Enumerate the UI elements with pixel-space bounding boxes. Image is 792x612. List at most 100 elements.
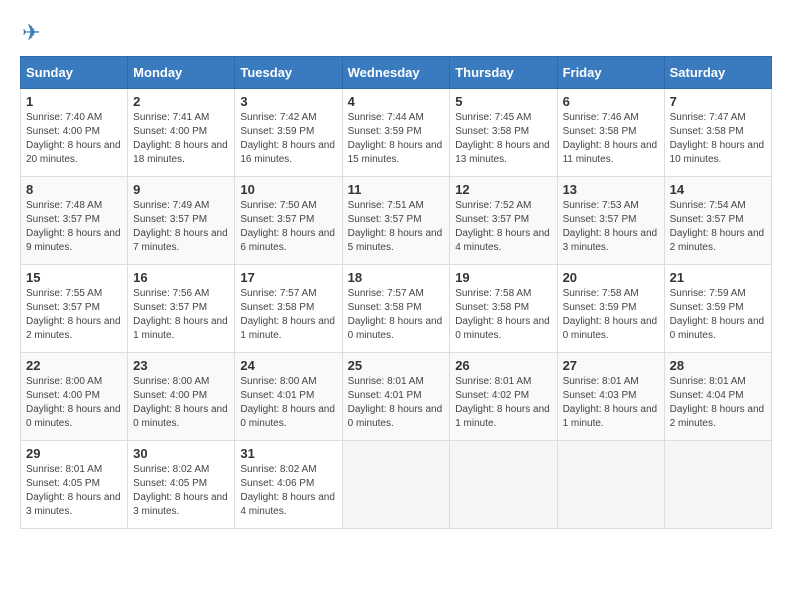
day-number: 19 [455, 270, 551, 285]
day-number: 26 [455, 358, 551, 373]
calendar-cell: 19 Sunrise: 7:58 AMSunset: 3:58 PMDaylig… [450, 265, 557, 353]
week-row-1: 1 Sunrise: 7:40 AMSunset: 4:00 PMDayligh… [21, 89, 772, 177]
calendar-cell: 17 Sunrise: 7:57 AMSunset: 3:58 PMDaylig… [235, 265, 342, 353]
day-number: 25 [348, 358, 445, 373]
calendar-cell: 14 Sunrise: 7:54 AMSunset: 3:57 PMDaylig… [664, 177, 771, 265]
day-info: Sunrise: 7:55 AMSunset: 3:57 PMDaylight:… [26, 288, 121, 341]
day-info: Sunrise: 7:58 AMSunset: 3:58 PMDaylight:… [455, 288, 550, 341]
calendar-cell: 4 Sunrise: 7:44 AMSunset: 3:59 PMDayligh… [342, 89, 450, 177]
calendar-cell: 26 Sunrise: 8:01 AMSunset: 4:02 PMDaylig… [450, 353, 557, 441]
weekday-wednesday: Wednesday [342, 57, 450, 89]
day-number: 14 [670, 182, 766, 197]
calendar-cell: 20 Sunrise: 7:58 AMSunset: 3:59 PMDaylig… [557, 265, 664, 353]
calendar-table: SundayMondayTuesdayWednesdayThursdayFrid… [20, 56, 772, 529]
weekday-saturday: Saturday [664, 57, 771, 89]
calendar-cell: 11 Sunrise: 7:51 AMSunset: 3:57 PMDaylig… [342, 177, 450, 265]
weekday-header-row: SundayMondayTuesdayWednesdayThursdayFrid… [21, 57, 772, 89]
day-number: 7 [670, 94, 766, 109]
day-number: 8 [26, 182, 122, 197]
calendar-cell [450, 441, 557, 529]
calendar-cell: 8 Sunrise: 7:48 AMSunset: 3:57 PMDayligh… [21, 177, 128, 265]
calendar-cell: 1 Sunrise: 7:40 AMSunset: 4:00 PMDayligh… [21, 89, 128, 177]
day-number: 31 [240, 446, 336, 461]
day-number: 17 [240, 270, 336, 285]
day-info: Sunrise: 8:00 AMSunset: 4:00 PMDaylight:… [26, 376, 121, 429]
day-info: Sunrise: 7:52 AMSunset: 3:57 PMDaylight:… [455, 200, 550, 253]
day-number: 16 [133, 270, 229, 285]
day-info: Sunrise: 7:57 AMSunset: 3:58 PMDaylight:… [240, 288, 335, 341]
day-number: 28 [670, 358, 766, 373]
calendar-cell: 10 Sunrise: 7:50 AMSunset: 3:57 PMDaylig… [235, 177, 342, 265]
day-number: 3 [240, 94, 336, 109]
day-number: 29 [26, 446, 122, 461]
day-info: Sunrise: 8:00 AMSunset: 4:00 PMDaylight:… [133, 376, 228, 429]
calendar-cell [557, 441, 664, 529]
day-info: Sunrise: 8:01 AMSunset: 4:02 PMDaylight:… [455, 376, 550, 429]
calendar-cell: 23 Sunrise: 8:00 AMSunset: 4:00 PMDaylig… [128, 353, 235, 441]
calendar-cell: 29 Sunrise: 8:01 AMSunset: 4:05 PMDaylig… [21, 441, 128, 529]
week-row-4: 22 Sunrise: 8:00 AMSunset: 4:00 PMDaylig… [21, 353, 772, 441]
day-info: Sunrise: 7:48 AMSunset: 3:57 PMDaylight:… [26, 200, 121, 253]
calendar-cell: 3 Sunrise: 7:42 AMSunset: 3:59 PMDayligh… [235, 89, 342, 177]
day-info: Sunrise: 7:40 AMSunset: 4:00 PMDaylight:… [26, 112, 121, 165]
calendar-cell: 24 Sunrise: 8:00 AMSunset: 4:01 PMDaylig… [235, 353, 342, 441]
day-info: Sunrise: 7:44 AMSunset: 3:59 PMDaylight:… [348, 112, 443, 165]
day-number: 9 [133, 182, 229, 197]
day-number: 15 [26, 270, 122, 285]
day-info: Sunrise: 8:01 AMSunset: 4:03 PMDaylight:… [563, 376, 658, 429]
day-number: 30 [133, 446, 229, 461]
day-info: Sunrise: 7:59 AMSunset: 3:59 PMDaylight:… [670, 288, 765, 341]
day-info: Sunrise: 8:02 AMSunset: 4:05 PMDaylight:… [133, 464, 228, 517]
calendar-cell: 28 Sunrise: 8:01 AMSunset: 4:04 PMDaylig… [664, 353, 771, 441]
day-number: 22 [26, 358, 122, 373]
day-info: Sunrise: 7:46 AMSunset: 3:58 PMDaylight:… [563, 112, 658, 165]
day-number: 27 [563, 358, 659, 373]
day-number: 6 [563, 94, 659, 109]
day-info: Sunrise: 8:02 AMSunset: 4:06 PMDaylight:… [240, 464, 335, 517]
weekday-thursday: Thursday [450, 57, 557, 89]
calendar-cell [664, 441, 771, 529]
calendar-cell: 25 Sunrise: 8:01 AMSunset: 4:01 PMDaylig… [342, 353, 450, 441]
day-info: Sunrise: 7:41 AMSunset: 4:00 PMDaylight:… [133, 112, 228, 165]
calendar-cell: 2 Sunrise: 7:41 AMSunset: 4:00 PMDayligh… [128, 89, 235, 177]
day-number: 18 [348, 270, 445, 285]
calendar-cell: 15 Sunrise: 7:55 AMSunset: 3:57 PMDaylig… [21, 265, 128, 353]
day-info: Sunrise: 7:51 AMSunset: 3:57 PMDaylight:… [348, 200, 443, 253]
calendar-cell: 6 Sunrise: 7:46 AMSunset: 3:58 PMDayligh… [557, 89, 664, 177]
day-info: Sunrise: 7:57 AMSunset: 3:58 PMDaylight:… [348, 288, 443, 341]
calendar-cell: 21 Sunrise: 7:59 AMSunset: 3:59 PMDaylig… [664, 265, 771, 353]
header: ✈ [20, 20, 772, 46]
calendar-cell: 30 Sunrise: 8:02 AMSunset: 4:05 PMDaylig… [128, 441, 235, 529]
day-number: 1 [26, 94, 122, 109]
calendar-cell: 27 Sunrise: 8:01 AMSunset: 4:03 PMDaylig… [557, 353, 664, 441]
day-number: 13 [563, 182, 659, 197]
day-number: 24 [240, 358, 336, 373]
day-info: Sunrise: 8:00 AMSunset: 4:01 PMDaylight:… [240, 376, 335, 429]
calendar-cell: 7 Sunrise: 7:47 AMSunset: 3:58 PMDayligh… [664, 89, 771, 177]
day-info: Sunrise: 7:54 AMSunset: 3:57 PMDaylight:… [670, 200, 765, 253]
weekday-sunday: Sunday [21, 57, 128, 89]
day-info: Sunrise: 7:58 AMSunset: 3:59 PMDaylight:… [563, 288, 658, 341]
calendar-cell: 9 Sunrise: 7:49 AMSunset: 3:57 PMDayligh… [128, 177, 235, 265]
day-info: Sunrise: 7:50 AMSunset: 3:57 PMDaylight:… [240, 200, 335, 253]
calendar-cell: 31 Sunrise: 8:02 AMSunset: 4:06 PMDaylig… [235, 441, 342, 529]
day-number: 10 [240, 182, 336, 197]
calendar-cell: 13 Sunrise: 7:53 AMSunset: 3:57 PMDaylig… [557, 177, 664, 265]
day-info: Sunrise: 7:56 AMSunset: 3:57 PMDaylight:… [133, 288, 228, 341]
weekday-monday: Monday [128, 57, 235, 89]
day-info: Sunrise: 8:01 AMSunset: 4:04 PMDaylight:… [670, 376, 765, 429]
calendar-cell: 12 Sunrise: 7:52 AMSunset: 3:57 PMDaylig… [450, 177, 557, 265]
logo-bird-icon: ✈ [22, 20, 40, 46]
weekday-tuesday: Tuesday [235, 57, 342, 89]
calendar-cell [342, 441, 450, 529]
day-number: 5 [455, 94, 551, 109]
day-number: 12 [455, 182, 551, 197]
day-number: 2 [133, 94, 229, 109]
calendar-cell: 22 Sunrise: 8:00 AMSunset: 4:00 PMDaylig… [21, 353, 128, 441]
calendar-cell: 18 Sunrise: 7:57 AMSunset: 3:58 PMDaylig… [342, 265, 450, 353]
day-number: 20 [563, 270, 659, 285]
week-row-2: 8 Sunrise: 7:48 AMSunset: 3:57 PMDayligh… [21, 177, 772, 265]
day-info: Sunrise: 8:01 AMSunset: 4:05 PMDaylight:… [26, 464, 121, 517]
day-number: 21 [670, 270, 766, 285]
day-number: 23 [133, 358, 229, 373]
